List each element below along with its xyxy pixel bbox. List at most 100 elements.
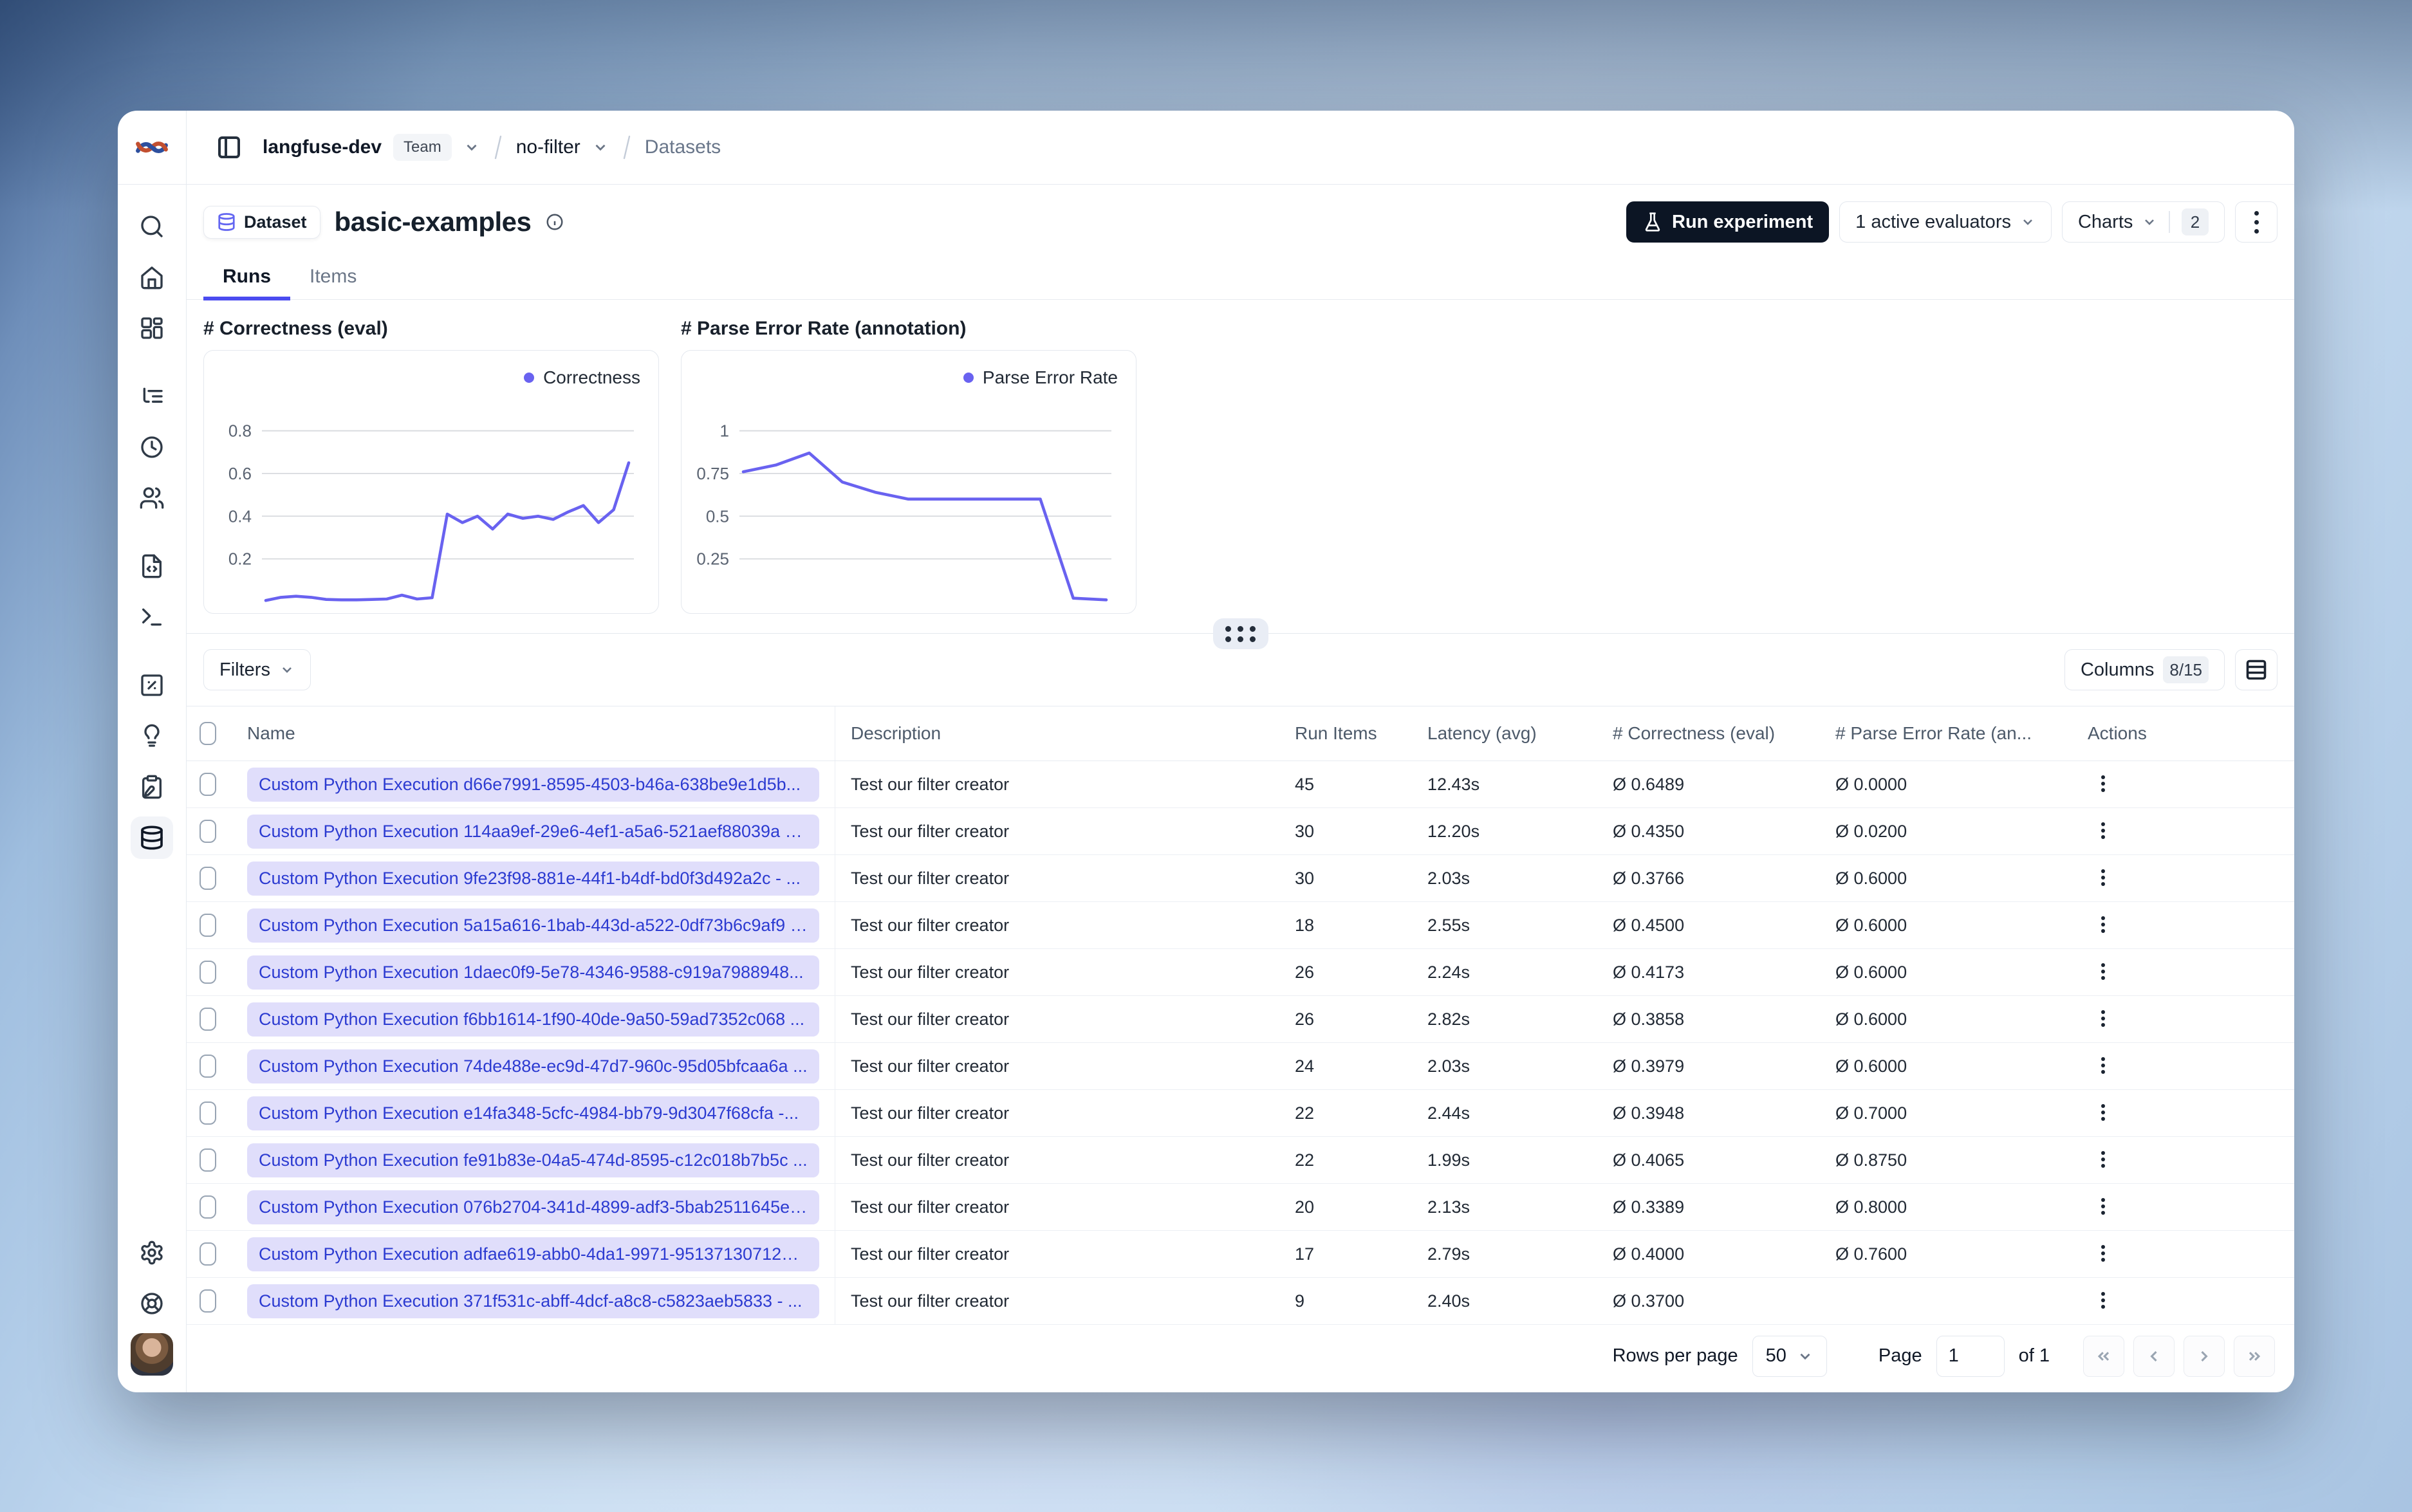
run-name-link[interactable]: Custom Python Execution 114aa9ef-29e6-4e… xyxy=(247,814,819,849)
row-checkbox[interactable] xyxy=(199,1242,216,1266)
row-checkbox[interactable] xyxy=(199,820,216,843)
grip-dots-icon xyxy=(1225,625,1256,642)
row-checkbox[interactable] xyxy=(199,773,216,796)
row-actions-button[interactable] xyxy=(2088,1143,2119,1178)
parse-error-value: Ø 0.6000 xyxy=(1835,1056,1907,1076)
run-items-value: 17 xyxy=(1295,1244,1315,1264)
sidebar-item-users[interactable] xyxy=(131,477,173,519)
user-avatar[interactable] xyxy=(131,1333,173,1376)
last-page-button[interactable] xyxy=(2234,1335,2275,1377)
sidebar-item-sessions[interactable] xyxy=(131,426,173,468)
next-page-button[interactable] xyxy=(2184,1335,2225,1377)
row-actions-button[interactable] xyxy=(2088,908,2119,943)
row-actions-button[interactable] xyxy=(2088,1237,2119,1272)
correctness-value: Ø 0.4350 xyxy=(1613,821,1685,841)
run-name-link[interactable]: Custom Python Execution 74de488e-ec9d-47… xyxy=(247,1049,819,1083)
sidebar-item-prompts[interactable] xyxy=(131,545,173,587)
correctness-value: Ø 0.4500 xyxy=(1613,915,1685,935)
resize-drag-handle[interactable] xyxy=(1212,618,1268,649)
sidebar-item-dashboards[interactable] xyxy=(131,307,173,349)
column-header-description[interactable]: Description xyxy=(835,706,1279,761)
run-items-value: 20 xyxy=(1295,1197,1315,1217)
row-checkbox[interactable] xyxy=(199,1289,216,1313)
column-header-name[interactable]: Name xyxy=(232,706,835,761)
run-name-link[interactable]: Custom Python Execution 1daec0f9-5e78-43… xyxy=(247,955,819,990)
row-checkbox[interactable] xyxy=(199,1195,216,1219)
sidebar-item-insights[interactable] xyxy=(131,715,173,757)
run-name-link[interactable]: Custom Python Execution 9fe23f98-881e-44… xyxy=(247,861,819,896)
run-name-link[interactable]: Custom Python Execution 371f531c-abff-4d… xyxy=(247,1284,819,1318)
chevron-down-icon[interactable] xyxy=(463,139,480,156)
charts-count-badge: 2 xyxy=(2182,208,2209,235)
sidebar-item-tracing[interactable] xyxy=(131,375,173,418)
row-height-button[interactable] xyxy=(2235,649,2277,690)
sidebar-item-annotation[interactable] xyxy=(131,766,173,808)
sidebar-item-support[interactable] xyxy=(131,1282,173,1325)
row-actions-button[interactable] xyxy=(2088,1190,2119,1225)
line-chart: 0.2 0.4 0.6 0.8 xyxy=(228,421,634,602)
rows-per-page-select[interactable]: 50 xyxy=(1752,1335,1827,1377)
select-all-checkbox[interactable] xyxy=(199,722,216,745)
latency-value: 2.13s xyxy=(1427,1197,1470,1217)
sidebar-item-search[interactable] xyxy=(131,205,173,248)
row-actions-button[interactable] xyxy=(2088,955,2119,990)
correctness-value: Ø 0.3948 xyxy=(1613,1103,1685,1123)
column-header-correctness[interactable]: # Correctness (eval) xyxy=(1597,706,1820,761)
page-number-input[interactable] xyxy=(1936,1335,2005,1377)
row-checkbox[interactable] xyxy=(199,1008,216,1031)
breadcrumb-section[interactable]: Datasets xyxy=(645,136,721,158)
row-actions-button[interactable] xyxy=(2088,1096,2119,1131)
run-name-link[interactable]: Custom Python Execution e14fa348-5cfc-49… xyxy=(247,1096,819,1130)
sidebar-item-home[interactable] xyxy=(131,256,173,299)
tab-runs[interactable]: Runs xyxy=(203,255,290,300)
sidebar-item-evaluation[interactable] xyxy=(131,664,173,706)
row-checkbox[interactable] xyxy=(199,1148,216,1172)
row-actions-button[interactable] xyxy=(2088,1284,2119,1319)
row-checkbox[interactable] xyxy=(199,1055,216,1078)
table-footer: Rows per page 50 Page of 1 xyxy=(187,1325,2294,1387)
row-checkbox[interactable] xyxy=(199,1102,216,1125)
row-checkbox[interactable] xyxy=(199,961,216,984)
previous-page-button[interactable] xyxy=(2133,1335,2175,1377)
chevron-down-icon xyxy=(1800,1353,1810,1360)
run-name-link[interactable]: Custom Python Execution fe91b83e-04a5-47… xyxy=(247,1143,819,1177)
row-checkbox[interactable] xyxy=(199,867,216,890)
chevron-down-icon[interactable] xyxy=(592,139,609,156)
column-header-parse-error[interactable]: # Parse Error Rate (an... xyxy=(1820,706,2072,761)
chart-legend: Parse Error Rate xyxy=(963,367,1118,388)
columns-button[interactable]: Columns 8/15 xyxy=(2064,649,2225,690)
kebab-icon xyxy=(2101,1291,2105,1309)
first-page-button[interactable] xyxy=(2083,1335,2124,1377)
users-icon xyxy=(140,487,164,509)
charts-toggle-button[interactable]: Charts 2 xyxy=(2061,201,2225,243)
run-description: Test our filter creator xyxy=(851,774,1010,794)
row-actions-button[interactable] xyxy=(2088,767,2119,802)
table-row: Custom Python Execution 371f531c-abff-4d… xyxy=(187,1278,2294,1325)
run-experiment-button[interactable]: Run experiment xyxy=(1626,201,1830,243)
sidebar-item-settings[interactable] xyxy=(131,1231,173,1274)
info-icon[interactable] xyxy=(545,212,564,232)
breadcrumb-project[interactable]: langfuse-dev xyxy=(263,136,382,158)
run-name-link[interactable]: Custom Python Execution adfae619-abb0-4d… xyxy=(247,1237,819,1271)
column-header-latency[interactable]: Latency (avg) xyxy=(1412,706,1597,761)
row-actions-button[interactable] xyxy=(2088,861,2119,896)
parse-error-value: Ø 0.6000 xyxy=(1835,868,1907,888)
row-actions-button[interactable] xyxy=(2088,814,2119,849)
filters-button[interactable]: Filters xyxy=(203,649,311,690)
sidebar-toggle-button[interactable] xyxy=(212,131,246,164)
run-name-link[interactable]: Custom Python Execution 076b2704-341d-48… xyxy=(247,1190,819,1224)
column-header-run-items[interactable]: Run Items xyxy=(1279,706,1412,761)
run-name-link[interactable]: Custom Python Execution d66e7991-8595-45… xyxy=(247,767,819,802)
tab-items[interactable]: Items xyxy=(290,255,376,299)
row-actions-button[interactable] xyxy=(2088,1049,2119,1084)
run-name-link[interactable]: Custom Python Execution 5a15a616-1bab-44… xyxy=(247,908,819,943)
row-checkbox[interactable] xyxy=(199,914,216,937)
langfuse-logo[interactable] xyxy=(118,111,186,185)
more-actions-button[interactable] xyxy=(2235,201,2277,243)
run-name-link[interactable]: Custom Python Execution f6bb1614-1f90-40… xyxy=(247,1002,819,1037)
sidebar-item-playground[interactable] xyxy=(131,596,173,638)
sidebar-item-datasets[interactable] xyxy=(131,816,173,859)
breadcrumb-environment[interactable]: no-filter xyxy=(516,136,580,158)
row-actions-button[interactable] xyxy=(2088,1002,2119,1037)
active-evaluators-button[interactable]: 1 active evaluators xyxy=(1839,201,2052,243)
